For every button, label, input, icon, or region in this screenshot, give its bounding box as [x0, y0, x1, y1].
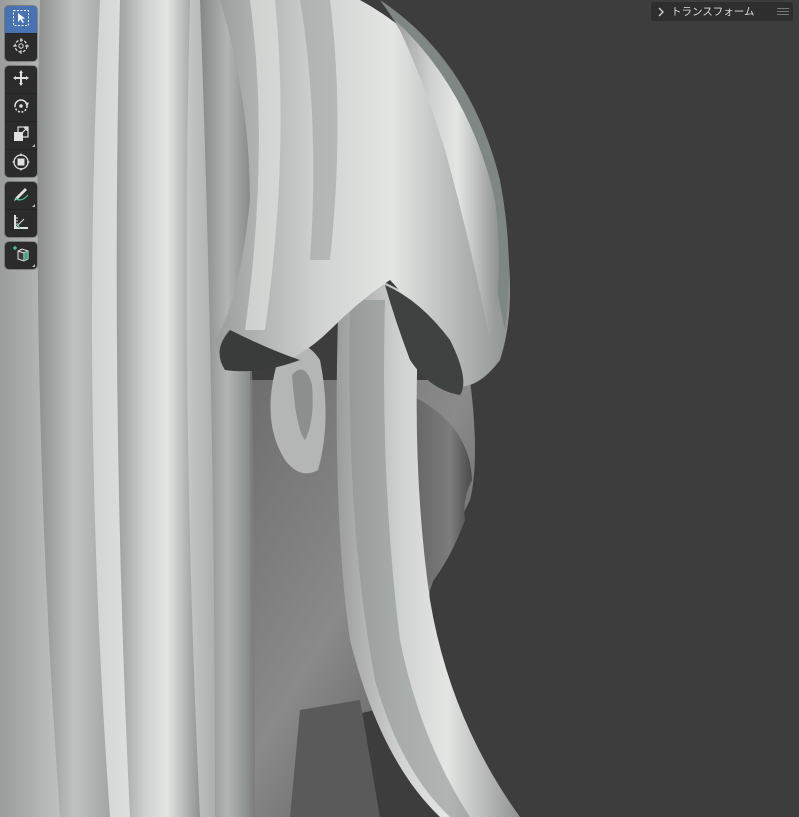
3d-viewport[interactable]	[0, 0, 799, 817]
transform-tool[interactable]	[5, 149, 37, 177]
add-cube-tool[interactable]	[5, 242, 37, 269]
move-icon	[12, 69, 30, 91]
measure-icon	[12, 213, 30, 235]
move-tool[interactable]	[5, 66, 37, 93]
transform-panel-label: トランスフォーム	[671, 6, 755, 18]
rotate-tool[interactable]	[5, 93, 37, 121]
cursor-tool[interactable]	[5, 33, 37, 61]
rotate-icon	[12, 97, 30, 119]
tool-group-transform	[5, 66, 37, 177]
cursor-icon	[12, 37, 30, 59]
add-cube-icon	[12, 245, 30, 267]
transform-icon	[12, 153, 30, 175]
tool-group-annotate	[5, 182, 37, 237]
hair-sculpt-model	[0, 0, 520, 817]
transform-panel-header[interactable]: トランスフォーム	[651, 2, 793, 21]
annotate-tool[interactable]	[5, 182, 37, 209]
chevron-right-icon	[657, 7, 667, 17]
annotate-icon	[12, 185, 30, 207]
tool-shelf	[5, 6, 37, 274]
select-box-icon	[12, 9, 30, 31]
drag-handle-icon[interactable]	[777, 8, 789, 15]
tool-group-add	[5, 242, 37, 269]
select-box-tool[interactable]	[5, 6, 37, 33]
scale-icon	[12, 125, 30, 147]
measure-tool[interactable]	[5, 209, 37, 237]
scale-tool[interactable]	[5, 121, 37, 149]
tool-group-select	[5, 6, 37, 61]
